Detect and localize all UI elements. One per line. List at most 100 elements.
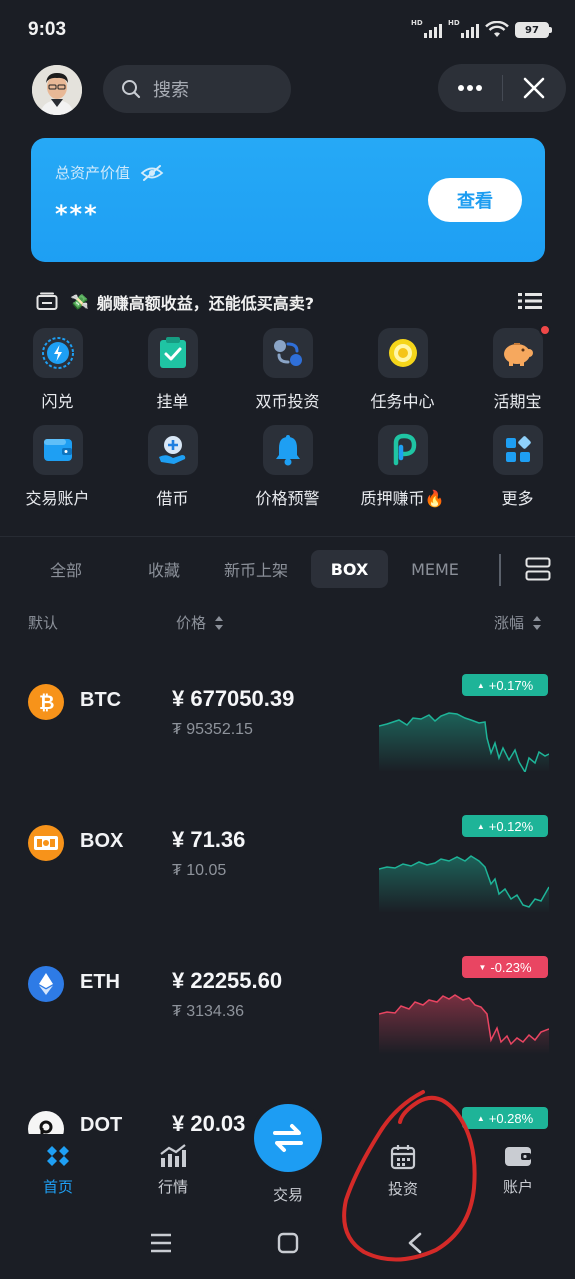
action-label: 挂单 [156, 392, 189, 411]
coin-row-btc[interactable]: ₿ BTC ¥ 677050.39 ₮ 95352.15 ▲ +0.17% [0, 674, 575, 804]
nav-account-label: 账户 [502, 1178, 533, 1196]
swap-arrows-icon [273, 1124, 303, 1152]
list-menu-icon[interactable] [518, 292, 542, 310]
action-price-alert[interactable]: 价格预警 [230, 421, 345, 518]
action-staking[interactable]: 质押赚币🔥 [345, 421, 460, 518]
change-value: +0.12% [488, 818, 534, 834]
action-flash-swap[interactable]: 闪兑 [0, 324, 115, 421]
promo-text: 躺赚高额收益，还能低买高卖? [96, 294, 314, 313]
nav-invest[interactable]: 投资 [363, 1144, 443, 1199]
search-icon [122, 80, 141, 99]
borrow-icon [147, 425, 198, 475]
search-placeholder: 搜索 [153, 80, 189, 101]
total-assets-label-row: 总资产价值 [55, 162, 164, 183]
view-assets-button[interactable]: 查看 [428, 178, 522, 222]
action-label: 价格预警 [255, 489, 320, 508]
tabs-divider [499, 554, 501, 586]
box-coin-icon [28, 825, 64, 861]
quick-actions-grid: 闪兑 挂单 双币投资 任务中心 活期宝 交易账户 借币 价格预警 质押赚币🔥 更… [0, 324, 575, 518]
up-arrow-icon: ▲ [476, 680, 485, 690]
trade-button[interactable] [254, 1104, 322, 1172]
nav-home[interactable]: 首页 [18, 1144, 98, 1197]
back-icon[interactable] [407, 1232, 423, 1254]
avatar[interactable] [32, 65, 82, 115]
column-price-label: 价格 [176, 614, 207, 632]
layout-toggle-icon[interactable] [525, 557, 551, 581]
nav-invest-label: 投资 [387, 1180, 418, 1198]
column-price-sort[interactable]: 价格 [176, 612, 224, 633]
action-label: 闪兑 [41, 392, 74, 411]
market-tabs: 全部 收藏 新币上架 BOX MEME [0, 550, 575, 590]
action-label: 活期宝 [493, 392, 542, 411]
nav-account[interactable]: 账户 [478, 1144, 558, 1197]
total-assets-card: 总资产价值 *** 查看 [31, 138, 545, 262]
status-icons: HD HD 97 [411, 19, 552, 39]
top-bar: 搜索 [0, 64, 575, 115]
action-label: 更多 [501, 489, 534, 508]
staking-icon [377, 425, 428, 475]
action-borrow[interactable]: 借币 [115, 421, 230, 518]
column-default[interactable]: 默认 [28, 612, 58, 633]
action-label: 双币投资 [255, 392, 320, 411]
dual-currency-icon [262, 328, 313, 378]
recent-apps-icon[interactable] [150, 1232, 172, 1254]
sparkline-chart [379, 712, 549, 772]
notification-dot [539, 324, 551, 336]
coin-price-cny: ¥ 22255.60 [172, 968, 283, 993]
home-button-icon[interactable] [277, 1232, 299, 1254]
nav-market-label: 行情 [157, 1178, 188, 1196]
close-icon [523, 77, 545, 99]
section-divider [0, 536, 575, 537]
avatar-image [32, 65, 82, 115]
coin-row-eth[interactable]: ETH ¥ 22255.60 ₮ 3134.36 ▼ -0.23% [0, 956, 575, 1086]
change-badge: ▲ +0.12% [462, 815, 548, 837]
column-change-sort[interactable]: 涨幅 [494, 612, 542, 633]
coin-price-cny: ¥ 71.36 [172, 827, 246, 852]
tab-box[interactable]: BOX [311, 550, 388, 588]
action-more[interactable]: 更多 [460, 421, 575, 518]
bottom-navigation: 首页 行情 交易 投资 账户 [0, 1104, 575, 1214]
nav-market[interactable]: 行情 [133, 1144, 213, 1197]
tab-favorites[interactable]: 收藏 [128, 550, 200, 588]
home-icon [47, 1146, 69, 1166]
column-change-label: 涨幅 [494, 614, 525, 632]
coin-price-usdt: ₮ 95352.15 [172, 721, 253, 738]
action-dual-investment[interactable]: 双币投资 [230, 324, 345, 421]
change-value: -0.23% [490, 959, 532, 975]
calendar-icon [390, 1145, 416, 1170]
market-chart-icon [160, 1144, 186, 1167]
bitcoin-icon: ₿ [28, 684, 64, 720]
task-center-icon [377, 328, 428, 378]
up-arrow-icon: ▲ [476, 821, 485, 831]
more-options-button[interactable] [438, 64, 502, 112]
money-emoji: 💸 [70, 293, 89, 311]
sort-icon [215, 615, 224, 630]
down-arrow-icon: ▼ [478, 962, 487, 972]
hd-label-2: HD [448, 19, 460, 27]
action-trading-account[interactable]: 交易账户 [0, 421, 115, 518]
eye-hidden-icon[interactable] [140, 164, 164, 181]
ethereum-icon [28, 966, 64, 1002]
action-flexible-savings[interactable]: 活期宝 [460, 324, 575, 421]
coin-symbol: BTC [80, 689, 122, 711]
tab-all[interactable]: 全部 [30, 550, 102, 588]
status-bar: 9:03 HD HD 97 [0, 0, 575, 60]
signal-icon: HD [411, 19, 442, 38]
change-badge: ▼ -0.23% [462, 956, 548, 978]
close-button[interactable] [503, 64, 567, 112]
signal-icon-2: HD [448, 19, 479, 38]
wifi-icon [485, 21, 509, 37]
battery-icon: 97 [515, 22, 552, 38]
tab-meme[interactable]: MEME [400, 550, 470, 588]
action-limit-order[interactable]: 挂单 [115, 324, 230, 421]
bell-icon [262, 425, 313, 475]
action-task-center[interactable]: 任务中心 [345, 324, 460, 421]
change-value: +0.28% [488, 1110, 534, 1126]
action-label: 交易账户 [25, 489, 90, 508]
nav-trade-label[interactable]: 交易 [248, 1184, 328, 1205]
promo-banner[interactable]: 💸 躺赚高额收益，还能低买高卖? [36, 288, 542, 316]
tab-new-listings[interactable]: 新币上架 [214, 550, 298, 588]
search-bar[interactable]: 搜索 [103, 65, 291, 113]
coin-row-box[interactable]: BOX ¥ 71.36 ₮ 10.05 ▲ +0.12% [0, 815, 575, 945]
sparkline-chart [379, 855, 549, 913]
